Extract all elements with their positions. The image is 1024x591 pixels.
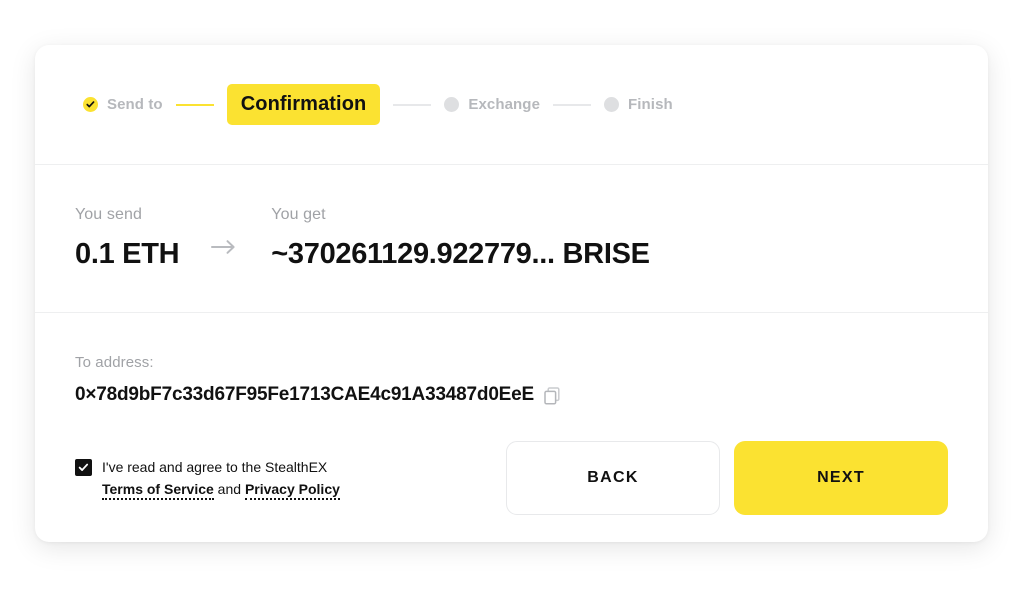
step-finish[interactable]: Finish: [604, 96, 673, 113]
privacy-policy-link[interactable]: Privacy Policy: [244, 480, 340, 500]
step-exchange-dot-icon: [444, 97, 460, 112]
step-connector-1: [175, 103, 214, 106]
terms-checkbox[interactable]: [75, 459, 92, 477]
card-footer: I've read and agree to the StealthEX Ter…: [35, 414, 988, 542]
exchange-summary: You send 0.1 ETH You get ~370261129.9227…: [35, 164, 988, 312]
you-get-value: ~370261129.922779... BRISE: [271, 237, 650, 270]
to-address-value: 0×78d9bF7c33d67F95Fe1713CAE4c91A33487d0E…: [75, 384, 534, 405]
step-exchange-label: Exchange: [468, 96, 541, 113]
you-send-value: 0.1 ETH: [75, 237, 180, 270]
step-send-to[interactable]: Send to: [83, 96, 163, 113]
back-button[interactable]: BACK: [506, 441, 720, 515]
step-exchange[interactable]: Exchange: [444, 96, 540, 113]
confirmation-card: Send to Confirmation Exchange Finish You…: [35, 45, 988, 542]
to-address-row: 0×78d9bF7c33d67F95Fe1713CAE4c91A33487d0E…: [75, 384, 988, 406]
copy-icon[interactable]: [544, 387, 560, 405]
next-button[interactable]: NEXT: [734, 441, 948, 515]
you-get-block: You get ~370261129.922779... BRISE: [271, 205, 650, 271]
terms-and-word: and: [213, 480, 245, 497]
step-finish-dot-icon: [604, 97, 620, 112]
footer-buttons: BACK NEXT: [506, 441, 948, 515]
you-send-label: You send: [75, 205, 142, 223]
arrow-right-icon: [211, 239, 237, 255]
step-confirmation[interactable]: Confirmation: [226, 84, 381, 125]
you-get-label: You get: [271, 205, 326, 223]
you-send-block: You send 0.1 ETH: [75, 205, 180, 271]
terms-text: I've read and agree to the StealthEX Ter…: [102, 457, 340, 500]
step-connector-3: [553, 103, 592, 106]
step-send-to-label: Send to: [107, 96, 163, 113]
terms-line-2: Terms of Service and Privacy Policy: [102, 479, 340, 500]
to-address-label: To address:: [75, 354, 154, 371]
exchange-confirmation-page: Send to Confirmation Exchange Finish You…: [0, 0, 1024, 591]
step-finish-label: Finish: [628, 96, 673, 113]
terms-of-service-link[interactable]: Terms of Service: [102, 480, 214, 500]
to-address-section: To address: 0×78d9bF7c33d67F95Fe1713CAE4…: [35, 312, 988, 406]
terms-line-1: I've read and agree to the StealthEX: [102, 459, 328, 476]
terms-agreement: I've read and agree to the StealthEX Ter…: [75, 457, 340, 500]
check-icon: [83, 97, 98, 112]
progress-stepper: Send to Confirmation Exchange Finish: [35, 45, 988, 164]
step-connector-2: [393, 103, 432, 106]
step-confirmation-label: Confirmation: [226, 84, 381, 125]
